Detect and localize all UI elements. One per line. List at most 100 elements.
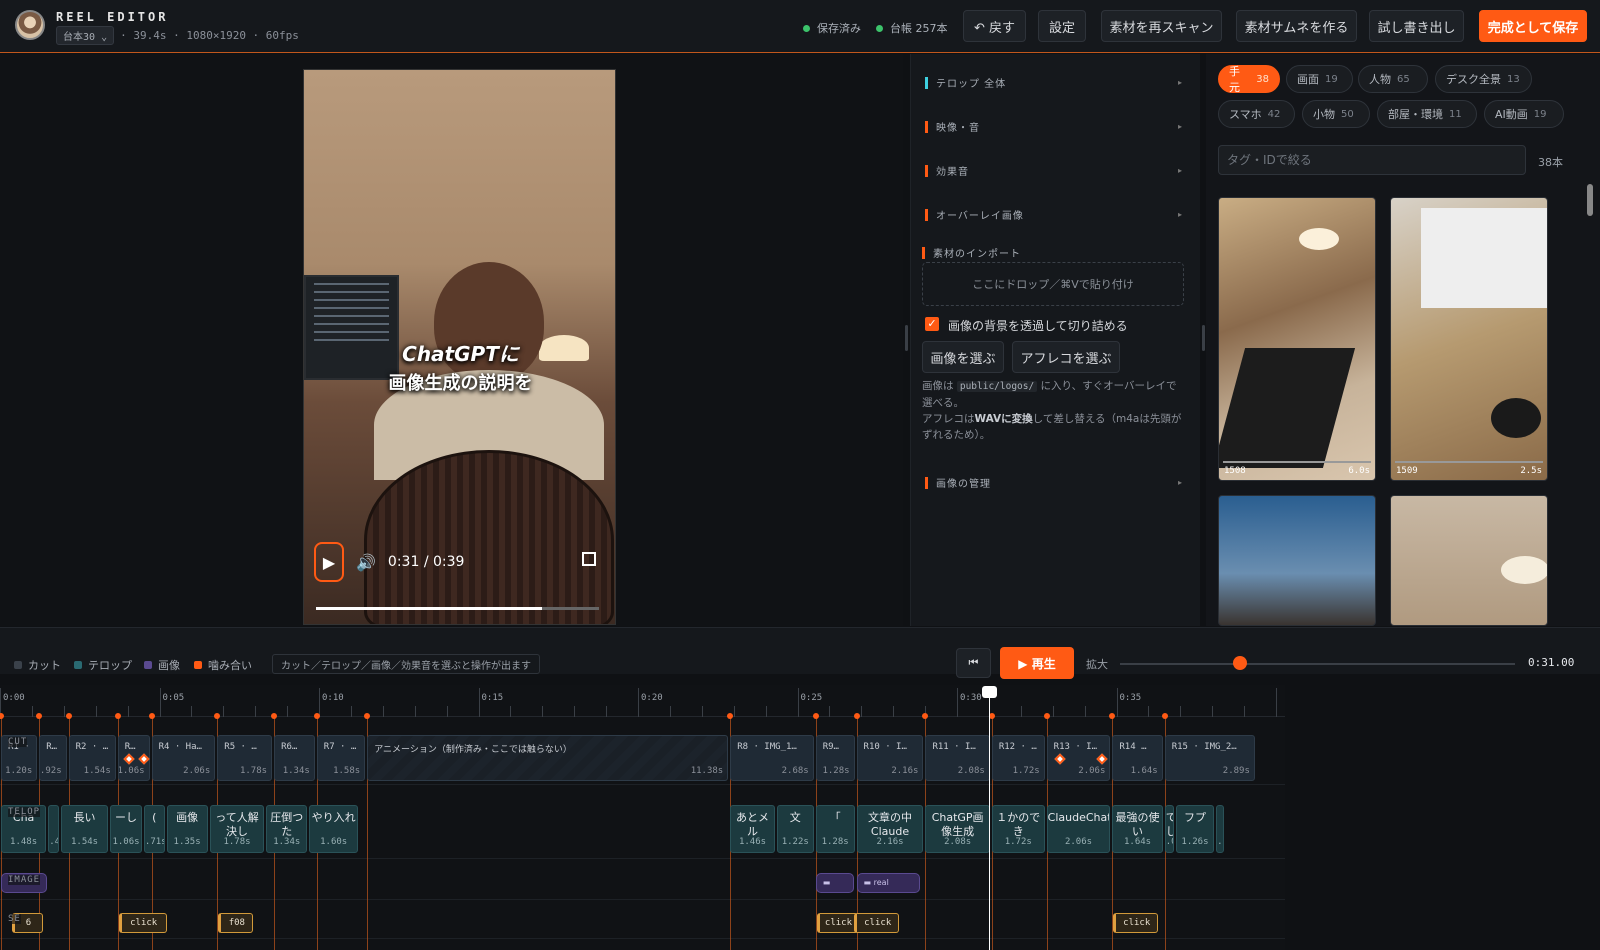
cut-clip[interactable]: R9… 1.28s [815,735,855,781]
telop-clip[interactable]: .4s [48,805,59,853]
cut-clip[interactable]: R14 … 1.64s [1112,735,1163,781]
volume-icon[interactable]: 🔊 [356,553,376,572]
resize-handle-left[interactable] [905,325,908,351]
tag-count: 11 [1449,108,1462,120]
ruler-tick [1084,706,1086,717]
cut-clip[interactable]: R5 · … 1.78s [217,735,273,781]
telop-clip[interactable]: 文章の中Claude 2.16s [856,805,924,853]
track-label: IMAGE [8,875,41,885]
script-select[interactable]: 台本30 ⌄ [56,26,115,45]
settings-button[interactable]: 設定 [1038,10,1086,42]
telop-clip[interactable]: てし.00s [1164,805,1174,853]
bg-transparent-checkbox[interactable]: ✓ [925,317,939,331]
rewind-button[interactable]: ⏮ [956,648,991,678]
telop-clip[interactable]: フプ 1.26s [1175,805,1215,853]
asset-thumb[interactable] [1390,495,1548,626]
cut-clip-label: R11 · I… [932,742,976,752]
section-overlay-image[interactable]: オーバーレイ画像 ▸ [925,207,1183,222]
se-clip[interactable]: click [816,913,859,933]
tag-chip[interactable]: AI動画 19 [1484,100,1564,128]
section-telop[interactable]: テロップ 全体 ▸ [925,75,1183,90]
fullscreen-icon[interactable] [582,552,596,566]
cut-clip[interactable]: R7 · … 1.58s [316,735,366,781]
se-clip[interactable]: f08 [218,913,254,933]
rescan-button[interactable]: 素材を再スキャン [1101,10,1222,42]
zoom-slider[interactable] [1120,663,1515,665]
library-scrollbar[interactable] [1587,184,1593,216]
telop-clip[interactable]: やり入れ 1.60s [309,805,359,853]
cut-clip-label: R7 · … [323,742,357,752]
cut-clip[interactable]: R10 · I… 2.16s [856,735,924,781]
section-image-manage[interactable]: 画像の管理 ▸ [925,475,1183,490]
image-clip[interactable]: ▬ real [856,873,921,893]
cut-clip[interactable]: R15 · IMG_2… 2.89s [1164,735,1255,781]
asset-thumb[interactable]: 1508 6.0s [1218,197,1376,481]
video-progress-bar[interactable] [316,607,599,610]
tag-chip[interactable]: 画面 19 [1286,65,1353,93]
asset-thumb[interactable] [1218,495,1376,626]
video-time: 0:31 / 0:39 [388,554,465,570]
telop-text: ーし [115,811,137,824]
telop-clip[interactable]: 画像 1.35s [166,805,208,853]
cut-clip-duration: 1.58s [333,766,361,776]
telop-clip[interactable]: ーし 1.06s [110,805,142,853]
tag-chip[interactable]: デスク全景 13 [1435,65,1532,93]
telop-clip[interactable]: 最強の使い 1.64s [1112,805,1163,853]
resize-handle-right[interactable] [1202,325,1205,351]
cut-clip[interactable]: R6… 1.34s [274,735,315,781]
make-thumbs-button[interactable]: 素材サムネを作る [1236,10,1357,42]
zoom-slider-handle[interactable] [1233,656,1247,670]
tag-chip[interactable]: 手元 38 [1218,65,1280,94]
dropzone[interactable]: ここにドロップ／⌘Vで貼り付け [922,262,1184,306]
cut-clip-duration: 1.78s [239,766,268,776]
tag-chip[interactable]: 人物 65 [1358,65,1428,93]
cut-clip[interactable]: R2 · … 1.54s [68,735,116,781]
cut-clip[interactable]: R4 · Ha… 2.06s [151,735,216,781]
asset-thumb[interactable]: 1509 2.5s [1390,197,1548,481]
cut-clip[interactable]: アニメーション（制作済み・ここでは触らない） 11.38s [367,735,729,781]
save-final-button[interactable]: 完成として保存 [1479,10,1587,42]
telop-clip[interactable]: あとメル 1.46s [730,805,775,853]
telop-clip[interactable]: 圧倒つた 1.34s [266,805,308,853]
undo-button[interactable]: ↶ 戻す [963,10,1026,42]
tag-chip[interactable]: スマホ 42 [1218,100,1295,128]
filter-input[interactable] [1218,145,1526,175]
note-text: アフレコは [922,413,975,425]
cut-clip[interactable]: R12 · … 1.72s [991,735,1045,781]
tag-count: 38 [1256,73,1269,85]
tag-chip[interactable]: 部屋・環境 11 [1377,100,1477,128]
telop-clip[interactable]: ChatGP画像生成 2.08s [925,805,990,853]
cut-clip[interactable]: R… 0.92s [39,735,67,781]
play-icon[interactable]: ▶ [314,542,344,582]
cut-clip-duration: 1.06s [117,766,145,776]
choose-afreco-button[interactable]: アフレコを選ぶ [1012,341,1120,373]
tag-chip[interactable]: 小物 50 [1302,100,1370,128]
telop-clip[interactable]: 文 1.22s [776,805,814,853]
choose-image-button[interactable]: 画像を選ぶ [922,341,1004,373]
play-button[interactable]: ▶ 再生 [1000,647,1074,679]
playhead[interactable] [988,688,990,950]
cut-clip-label: R12 · … [998,742,1037,752]
image-clip[interactable]: ▬ [815,873,854,893]
telop-clip[interactable]: ClaudeChatGP 2.06s [1046,805,1111,853]
telop-clip[interactable]: 「 1.28s [815,805,855,853]
telop-clip[interactable]: 長い 1.54s [60,805,109,853]
ruler-tick [893,706,895,717]
se-clip[interactable]: click [854,913,900,933]
tag-label: 手元 [1229,65,1240,94]
telop-clip[interactable]: って人解決し 1.78s [209,805,265,853]
ruler-label: 0:00 [3,693,25,703]
section-video-audio[interactable]: 映像・音 ▸ [925,119,1183,134]
se-clip[interactable]: click [1113,913,1159,933]
test-export-button[interactable]: 試し書き出し [1369,10,1464,42]
cut-clip[interactable]: R8 · IMG_1… 2.68s [730,735,814,781]
telop-clip[interactable]: (.71s [143,805,165,853]
note-text: 画像は [922,380,954,392]
section-sound-effects[interactable]: 効果音 ▸ [925,163,1183,178]
telop-clip[interactable]: .3s [1216,805,1224,853]
cut-clip[interactable]: R11 · I… 2.08s [925,735,990,781]
telop-clip[interactable]: １かのでき 1.72s [991,805,1045,853]
video-preview[interactable]: ChatGPTに 画像生成の説明を ▶ 🔊 0:31 / 0:39 [303,69,616,625]
se-clip[interactable]: click [118,913,167,933]
cut-marker-dot-icon [114,713,121,719]
